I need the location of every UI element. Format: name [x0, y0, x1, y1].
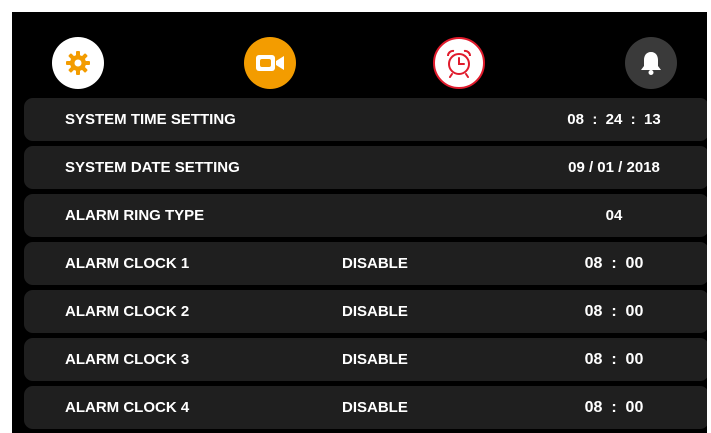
row-label: ALARM CLOCK 2 — [65, 303, 190, 320]
tab-settings[interactable] — [52, 37, 104, 89]
row-system-time[interactable]: SYSTEM TIME SETTING 08 : 24 : 13 — [24, 98, 707, 141]
row-label: ALARM CLOCK 1 — [65, 255, 190, 272]
alarm-time-value[interactable]: 08 : 00 — [534, 338, 694, 381]
alarm-status[interactable]: DISABLE — [342, 290, 408, 333]
video-camera-icon — [256, 55, 284, 71]
row-label: SYSTEM TIME SETTING — [65, 111, 236, 128]
row-label: ALARM RING TYPE — [65, 207, 205, 224]
row-alarm-clock-4[interactable]: ALARM CLOCK 4 DISABLE 08 : 00 — [24, 386, 707, 429]
row-alarm-clock-3[interactable]: ALARM CLOCK 3 DISABLE 08 : 00 — [24, 338, 707, 381]
tab-video[interactable] — [244, 37, 296, 89]
time-value[interactable]: 08 : 24 : 13 — [534, 98, 694, 141]
alarm-status[interactable]: DISABLE — [342, 386, 408, 429]
device-screen: SYSTEM TIME SETTING 08 : 24 : 13 SYSTEM … — [12, 12, 707, 433]
tab-bell[interactable] — [625, 37, 677, 89]
row-system-date[interactable]: SYSTEM DATE SETTING 09 / 01 / 2018 — [24, 146, 707, 189]
alarm-clock-icon — [447, 49, 471, 78]
ring-type-value[interactable]: 04 — [534, 194, 694, 237]
row-label: ALARM CLOCK 4 — [65, 399, 190, 416]
alarm-time-value[interactable]: 08 : 00 — [534, 386, 694, 429]
row-alarm-ring-type[interactable]: ALARM RING TYPE 04 — [24, 194, 707, 237]
bell-icon — [641, 52, 661, 75]
tab-alarm[interactable] — [433, 37, 485, 89]
date-value[interactable]: 09 / 01 / 2018 — [534, 146, 694, 189]
alarm-status[interactable]: DISABLE — [342, 338, 408, 381]
row-alarm-clock-1[interactable]: ALARM CLOCK 1 DISABLE 08 : 00 — [24, 242, 707, 285]
row-alarm-clock-2[interactable]: ALARM CLOCK 2 DISABLE 08 : 00 — [24, 290, 707, 333]
alarm-time-value[interactable]: 08 : 00 — [534, 242, 694, 285]
row-label: ALARM CLOCK 3 — [65, 351, 190, 368]
gear-icon — [66, 51, 90, 75]
row-label: SYSTEM DATE SETTING — [65, 159, 240, 176]
tab-bar — [12, 12, 707, 100]
alarm-status[interactable]: DISABLE — [342, 242, 408, 285]
alarm-time-value[interactable]: 08 : 00 — [534, 290, 694, 333]
